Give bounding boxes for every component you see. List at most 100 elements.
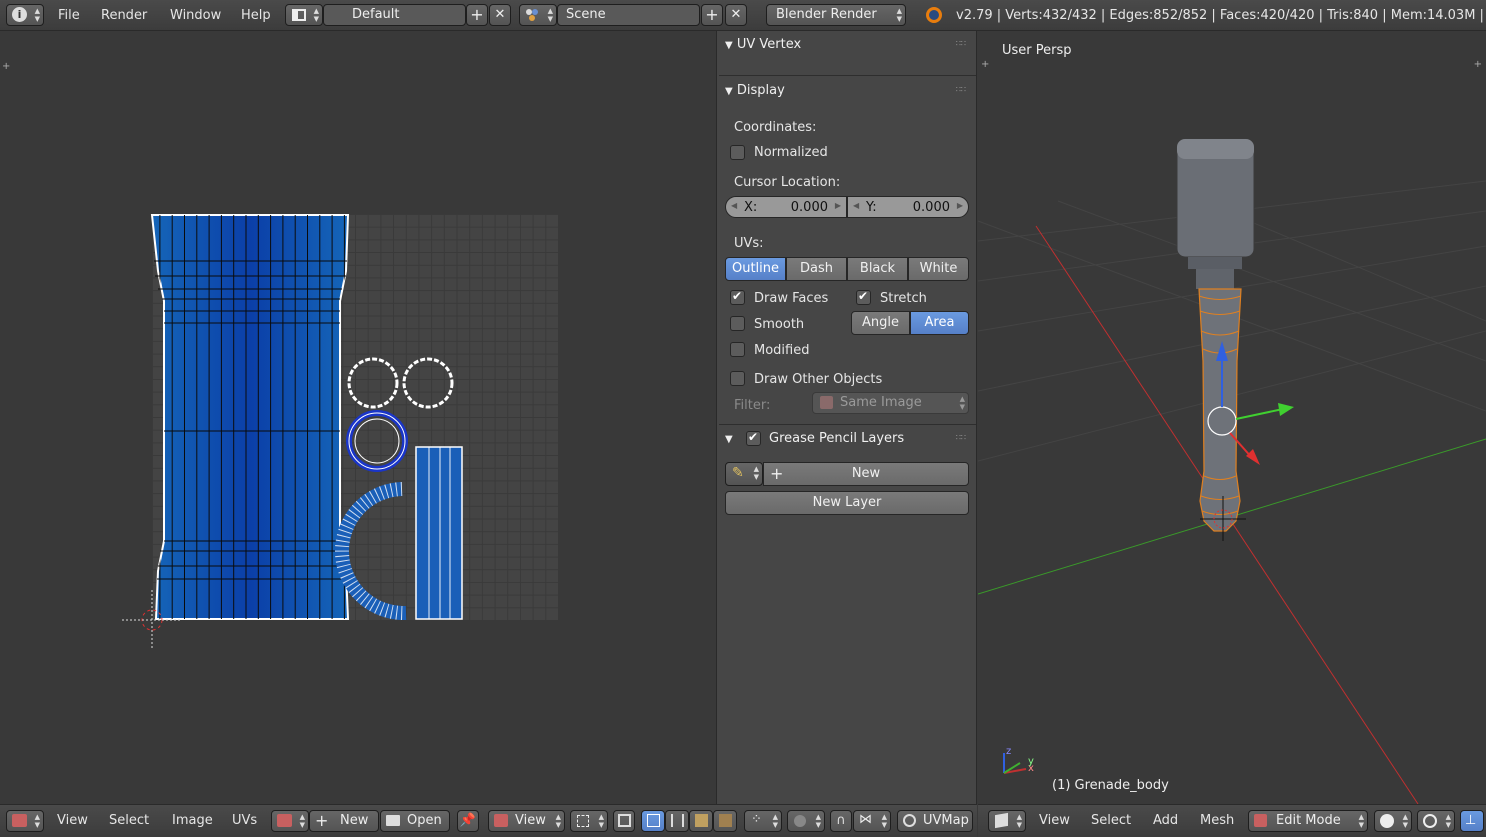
- uv-menu-uvs[interactable]: UVs: [232, 813, 257, 828]
- stretch-angle-button[interactable]: Angle: [851, 311, 910, 335]
- modified-label: Modified: [754, 343, 810, 358]
- uv-editor-header: ▲ ▼ View Select Image UVs ▲ ▼ + New Open 📌…: [0, 804, 977, 837]
- grenade-handle: [1198, 288, 1242, 532]
- modified-checkbox[interactable]: [730, 342, 745, 357]
- grease-pencil-panel-header[interactable]: ▼: [725, 431, 733, 446]
- sticky-icon: ⁘: [751, 812, 762, 827]
- uv-style-dash-button[interactable]: Dash: [786, 257, 847, 281]
- cursor-y-field[interactable]: ◀ Y: 0.000 ▶: [847, 196, 969, 218]
- open-image-button[interactable]: Open: [380, 810, 450, 832]
- smooth-checkbox[interactable]: [730, 316, 745, 331]
- add-layout-button[interactable]: +: [466, 4, 488, 26]
- uv-image-editor[interactable]: +: [0, 31, 715, 804]
- viewport-scene: z x y: [978, 138, 1486, 804]
- image-browse-button[interactable]: ▲ ▼: [271, 810, 309, 832]
- screen-layout-name-field[interactable]: Default: [323, 4, 466, 26]
- snap-toggle-button[interactable]: ∩: [830, 810, 852, 832]
- cursor-x-field[interactable]: ◀ X: 0.000 ▶: [725, 196, 847, 218]
- drag-handle-icon[interactable]: ∷∷: [956, 39, 966, 48]
- editor-type-info-button[interactable]: i ▲ ▼: [6, 4, 44, 26]
- collapse-arrow-icon: ▼: [725, 434, 733, 445]
- plus-icon: +: [705, 5, 719, 24]
- uv-style-outline-button[interactable]: Outline: [725, 257, 786, 281]
- add-scene-button[interactable]: +: [701, 4, 723, 26]
- menu-render[interactable]: Render: [101, 8, 147, 23]
- grease-pencil-datablock-selector[interactable]: ✎ ▲ ▼: [725, 462, 763, 486]
- uv-map-selector[interactable]: UVMap: [897, 810, 973, 832]
- menu-window[interactable]: Window: [170, 8, 221, 23]
- delete-scene-button[interactable]: ✕: [725, 4, 747, 26]
- collapse-arrow-icon: ▼: [725, 86, 733, 97]
- 3d-menu-add[interactable]: Add: [1153, 813, 1178, 828]
- view-mode-dropdown[interactable]: View ▲ ▼: [488, 810, 565, 832]
- island-select-mode-button[interactable]: [713, 810, 737, 832]
- uv-style-white-button[interactable]: White: [908, 257, 969, 281]
- edge-select-mode-button[interactable]: [665, 810, 689, 832]
- uv-properties-region: ▼ UV Vertex ∷∷ ▼ Display ∷∷ Coordinates:…: [716, 31, 977, 804]
- image-icon: [277, 814, 292, 827]
- editor-type-3d-button[interactable]: ▲ ▼: [988, 810, 1026, 832]
- edit-mode-icon: [1254, 814, 1267, 827]
- drag-handle-icon[interactable]: ∷∷: [956, 85, 966, 94]
- manipulator-toggle-button[interactable]: ⊥: [1460, 810, 1484, 832]
- scene-name-field[interactable]: Scene: [557, 4, 700, 26]
- editor-type-uv-button[interactable]: ▲ ▼: [6, 810, 44, 832]
- menu-help[interactable]: Help: [241, 8, 271, 23]
- stretch-label: Stretch: [880, 291, 927, 306]
- face-select-mode-button[interactable]: [689, 810, 713, 832]
- manipulator-icon: ⊥: [1465, 813, 1477, 828]
- grease-pencil-new-button[interactable]: + New: [763, 462, 969, 486]
- screen-layout-selector[interactable]: ▲ ▼: [285, 4, 323, 26]
- solid-shading-icon: [1380, 814, 1394, 828]
- pivot-center-dropdown[interactable]: ▲ ▼: [1417, 810, 1455, 832]
- 3d-menu-mesh[interactable]: Mesh: [1200, 813, 1234, 828]
- cube-icon: [995, 812, 1008, 829]
- vertex-select-mode-button[interactable]: [641, 810, 665, 832]
- uv-vertex-panel-header[interactable]: ▼ UV Vertex: [725, 37, 801, 52]
- plus-icon: +: [315, 811, 329, 830]
- sync-selection-button[interactable]: [613, 810, 635, 832]
- sync-icon: [618, 814, 631, 827]
- island-select-icon: [719, 814, 732, 827]
- viewport-shading-dropdown[interactable]: ▲ ▼: [1374, 810, 1412, 832]
- image-icon: [494, 814, 508, 827]
- uv-style-black-button[interactable]: Black: [847, 257, 908, 281]
- pivot-icon: [1423, 814, 1437, 828]
- close-icon: ✕: [730, 7, 742, 22]
- uv-menu-select[interactable]: Select: [109, 813, 149, 828]
- svg-text:z: z: [1006, 746, 1011, 757]
- menu-file[interactable]: File: [58, 8, 80, 23]
- pivot-point-dropdown[interactable]: ▲ ▼: [570, 810, 608, 832]
- stretch-area-button[interactable]: Area: [910, 311, 969, 335]
- 3d-menu-select[interactable]: Select: [1091, 813, 1131, 828]
- scene-selector[interactable]: ▲ ▼: [519, 4, 557, 26]
- normalized-checkbox[interactable]: [730, 145, 745, 160]
- snap-element-dropdown[interactable]: ⋈ ▲ ▼: [853, 810, 891, 832]
- 3d-viewport[interactable]: User Persp + + z x y (1) Grenade_body: [978, 31, 1486, 804]
- image-editor-icon: [12, 814, 27, 827]
- cursor-location-label: Cursor Location:: [734, 175, 841, 190]
- delete-layout-button[interactable]: ✕: [489, 4, 511, 26]
- filter-dropdown[interactable]: Same Image ▲ ▼: [812, 392, 969, 414]
- uv-menu-image[interactable]: Image: [172, 813, 213, 828]
- 3d-menu-view[interactable]: View: [1039, 813, 1070, 828]
- magnet-icon: ∩: [836, 813, 846, 828]
- orientation-axes-icon: z x y: [1003, 746, 1034, 774]
- display-panel-header[interactable]: ▼ Display: [725, 83, 785, 98]
- drag-handle-icon[interactable]: ∷∷: [956, 433, 966, 442]
- stretch-checkbox[interactable]: [856, 289, 871, 305]
- proportional-editing-dropdown[interactable]: ▲ ▼: [787, 810, 825, 832]
- draw-other-objects-checkbox[interactable]: [730, 371, 745, 386]
- uv-island-circle-2: [402, 357, 454, 409]
- uv-menu-view[interactable]: View: [57, 813, 88, 828]
- grease-pencil-enable-checkbox[interactable]: [746, 430, 761, 446]
- new-image-button[interactable]: + New: [309, 810, 379, 832]
- plus-icon: +: [770, 464, 784, 483]
- sticky-selection-dropdown[interactable]: ⁘ ▲ ▼: [744, 810, 782, 832]
- new-layer-button[interactable]: New Layer: [725, 491, 969, 515]
- draw-faces-checkbox[interactable]: [730, 289, 745, 305]
- interaction-mode-dropdown[interactable]: Edit Mode ▲ ▼: [1248, 810, 1368, 832]
- pin-image-button[interactable]: 📌: [457, 810, 479, 832]
- render-engine-dropdown[interactable]: Blender Render ▲ ▼: [766, 4, 906, 26]
- snap-increment-icon: ⋈: [859, 812, 872, 827]
